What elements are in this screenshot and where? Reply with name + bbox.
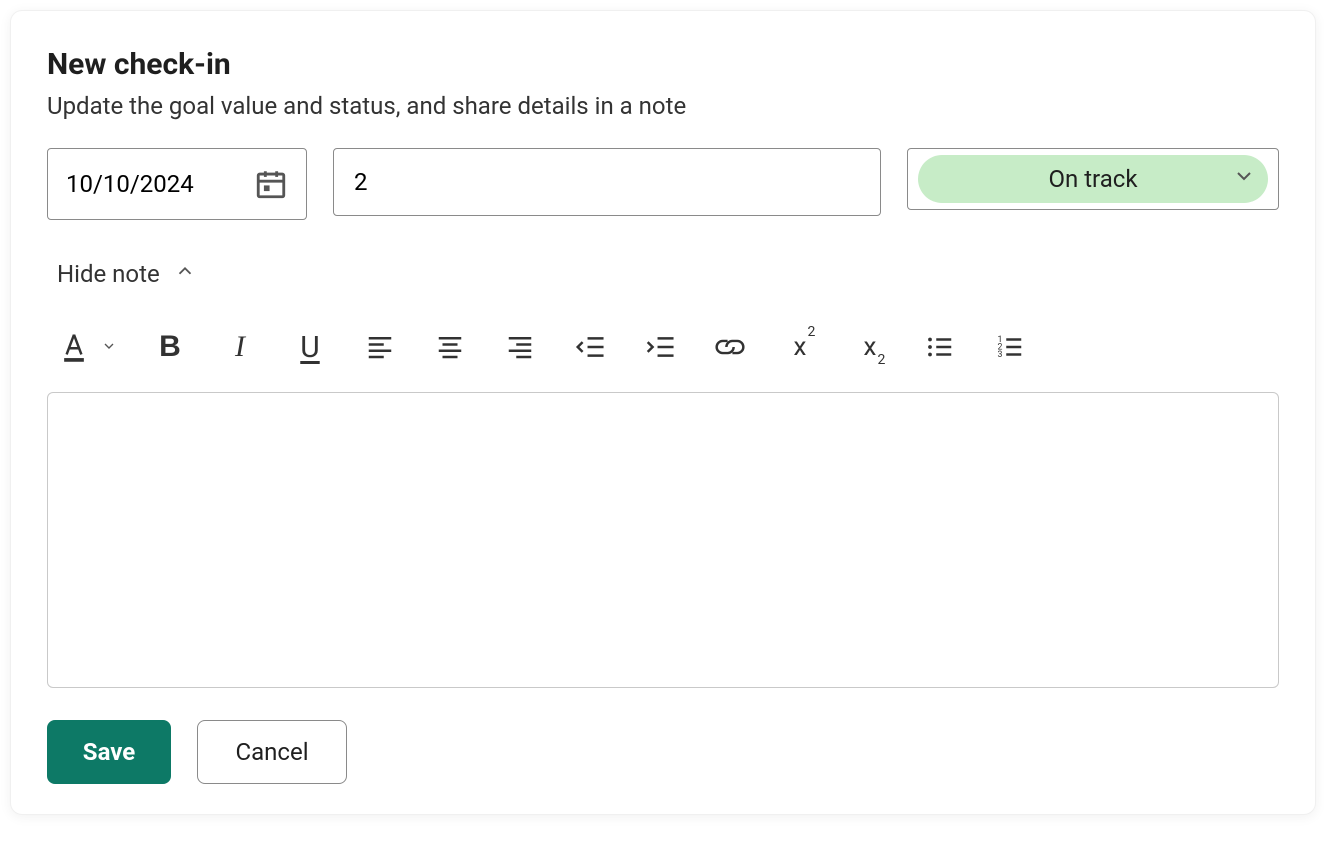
numbered-list-button[interactable]: 1 2 3 [993,330,1027,364]
check-in-card: New check-in Update the goal value and s… [10,10,1316,815]
card-title: New check-in [47,47,1279,82]
subscript-button[interactable]: x2 [853,330,887,364]
rich-text-toolbar: B I U [47,330,1279,392]
inputs-row: On track [47,148,1279,220]
card-subtitle: Update the goal value and status, and sh… [47,92,1279,120]
value-input[interactable] [333,148,881,216]
chevron-down-icon [101,335,117,360]
date-input[interactable] [47,148,307,220]
calendar-icon[interactable] [254,167,288,201]
cancel-button[interactable]: Cancel [197,720,347,784]
status-select[interactable]: On track [907,148,1279,210]
hide-note-toggle[interactable]: Hide note [57,260,196,288]
chevron-down-icon [1232,164,1256,194]
italic-button[interactable]: I [223,330,257,364]
chevron-up-icon [174,260,196,288]
buttons-row: Save Cancel [47,720,1279,784]
align-left-button[interactable] [363,330,397,364]
status-badge: On track [918,155,1268,203]
underline-button[interactable]: U [293,330,327,364]
outdent-button[interactable] [573,330,607,364]
font-color-icon [57,330,91,364]
svg-text:3: 3 [998,350,1003,360]
superscript-button[interactable]: x2 [783,330,817,364]
bulleted-list-button[interactable] [923,330,957,364]
indent-button[interactable] [643,330,677,364]
note-textarea[interactable] [47,392,1279,688]
align-center-button[interactable] [433,330,467,364]
save-button[interactable]: Save [47,720,171,784]
align-right-button[interactable] [503,330,537,364]
hide-note-label: Hide note [57,260,160,288]
bold-button[interactable]: B [153,330,187,364]
font-color-button[interactable] [57,330,117,364]
link-button[interactable] [713,330,747,364]
date-field[interactable] [66,170,226,198]
value-field[interactable] [354,168,860,196]
